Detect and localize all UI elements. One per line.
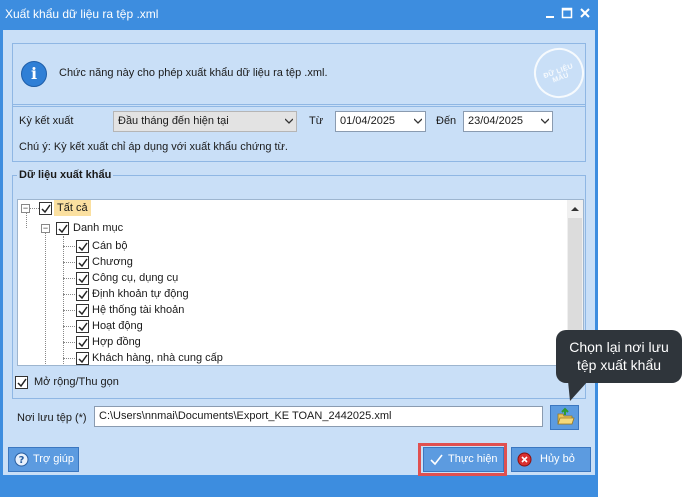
collapse-toggle-root[interactable]: − [21, 204, 30, 213]
folder-icon [557, 407, 575, 425]
period-select[interactable]: Đầu tháng đến hiện tại [113, 111, 297, 132]
tree-item[interactable]: Hợp đồng [92, 334, 141, 350]
to-date-picker[interactable]: 23/04/2025 [463, 111, 553, 132]
close-icon[interactable] [578, 6, 592, 20]
checkbox-category[interactable] [56, 222, 69, 235]
checkbox-item[interactable] [76, 320, 89, 333]
minimize-icon[interactable] [543, 6, 557, 20]
help-label: Trợ giúp [33, 453, 75, 465]
tooltip-line-1: Chọn lại nơi lưu [569, 339, 669, 355]
dialog-body: i Chức năng này cho phép xuất khẩu dữ li… [3, 30, 595, 475]
info-icon: i [21, 61, 47, 87]
maximize-icon[interactable] [560, 6, 574, 20]
export-xml-dialog: Xuất khẩu dữ liệu ra tệp .xml i Chức năn… [0, 0, 598, 497]
info-panel: i Chức năng này cho phép xuất khẩu dữ li… [12, 40, 592, 107]
window-bottom-border [0, 477, 598, 497]
checkbox-item[interactable] [76, 336, 89, 349]
save-path-label: Nơi lưu tệp (*) [17, 412, 87, 424]
checkbox-item[interactable] [76, 304, 89, 317]
expand-collapse-label: Mở rộng/Thu gọn [34, 376, 119, 388]
export-data-tree[interactable]: − Tất cả − Danh mục Cán bộ Chương Công c… [17, 199, 584, 366]
tooltip-pointer [568, 381, 588, 401]
tree-item[interactable]: Cán bộ [92, 238, 127, 254]
help-icon: ? [14, 452, 29, 467]
cancel-icon [517, 452, 532, 467]
cancel-button[interactable]: Hủy bỏ [511, 447, 591, 472]
export-data-group: Dữ liệu xuất khẩu − Tất cả − Danh mục Cá… [12, 169, 586, 399]
export-group-title: Dữ liệu xuất khẩu [17, 169, 114, 181]
period-select-value: Đầu tháng đến hiện tại [118, 115, 229, 127]
tree-item[interactable]: Định khoản tự động [92, 286, 189, 302]
help-button[interactable]: ? Trợ giúp [8, 447, 79, 472]
tree-item[interactable]: Khách hàng, nhà cung cấp [92, 350, 223, 365]
checkbox-all[interactable] [39, 202, 52, 215]
tree-node-all[interactable]: Tất cả [54, 200, 91, 216]
svg-text:?: ? [19, 455, 25, 466]
tree-item[interactable]: Chương [92, 254, 133, 270]
period-note: Chú ý: Kỳ kết xuất chỉ áp dụng với xuất … [19, 141, 288, 153]
tree-item[interactable]: Công cụ, dụng cụ [92, 270, 178, 286]
chevron-down-icon [414, 118, 422, 124]
to-date-value: 23/04/2025 [468, 115, 524, 127]
checkbox-item[interactable] [76, 240, 89, 253]
period-label: Kỳ kết xuất [19, 115, 74, 127]
to-label: Đến [436, 115, 457, 127]
window-title: Xuất khẩu dữ liệu ra tệp .xml [5, 7, 159, 21]
scroll-up-icon[interactable] [567, 202, 583, 216]
tree-item[interactable]: Hoạt động [92, 318, 143, 334]
cancel-label: Hủy bỏ [540, 453, 575, 465]
chevron-down-icon [285, 118, 293, 124]
tree-node-category[interactable]: Danh mục [73, 220, 123, 236]
checkbox-item[interactable] [76, 288, 89, 301]
from-date-value: 01/04/2025 [340, 115, 396, 127]
chevron-down-icon [541, 118, 549, 124]
save-path-input[interactable]: C:\Users\nnmai\Documents\Export_KE TOAN_… [94, 406, 543, 427]
tooltip-line-2: tệp xuất khẩu [576, 357, 662, 373]
checkbox-item[interactable] [76, 256, 89, 269]
tooltip-callout: Chọn lại nơi lưu tệp xuất khẩu [556, 330, 682, 383]
checkbox-item[interactable] [76, 272, 89, 285]
collapse-toggle-category[interactable]: − [41, 224, 50, 233]
checkbox-item[interactable] [76, 352, 89, 365]
execute-button-highlight [418, 443, 507, 476]
expand-collapse-checkbox[interactable] [15, 376, 28, 389]
browse-folder-button[interactable] [550, 405, 579, 430]
from-date-picker[interactable]: 01/04/2025 [335, 111, 426, 132]
title-bar: Xuất khẩu dữ liệu ra tệp .xml [0, 0, 598, 28]
info-text: Chức năng này cho phép xuất khẩu dữ liệu… [59, 67, 328, 79]
from-label: Từ [309, 115, 324, 127]
sample-data-stamp: ĐỮ LIỆU MẪU [526, 40, 592, 106]
period-panel: Kỳ kết xuất Đầu tháng đến hiện tại Từ 01… [12, 104, 586, 162]
tree-item[interactable]: Hệ thống tài khoản [92, 302, 184, 318]
